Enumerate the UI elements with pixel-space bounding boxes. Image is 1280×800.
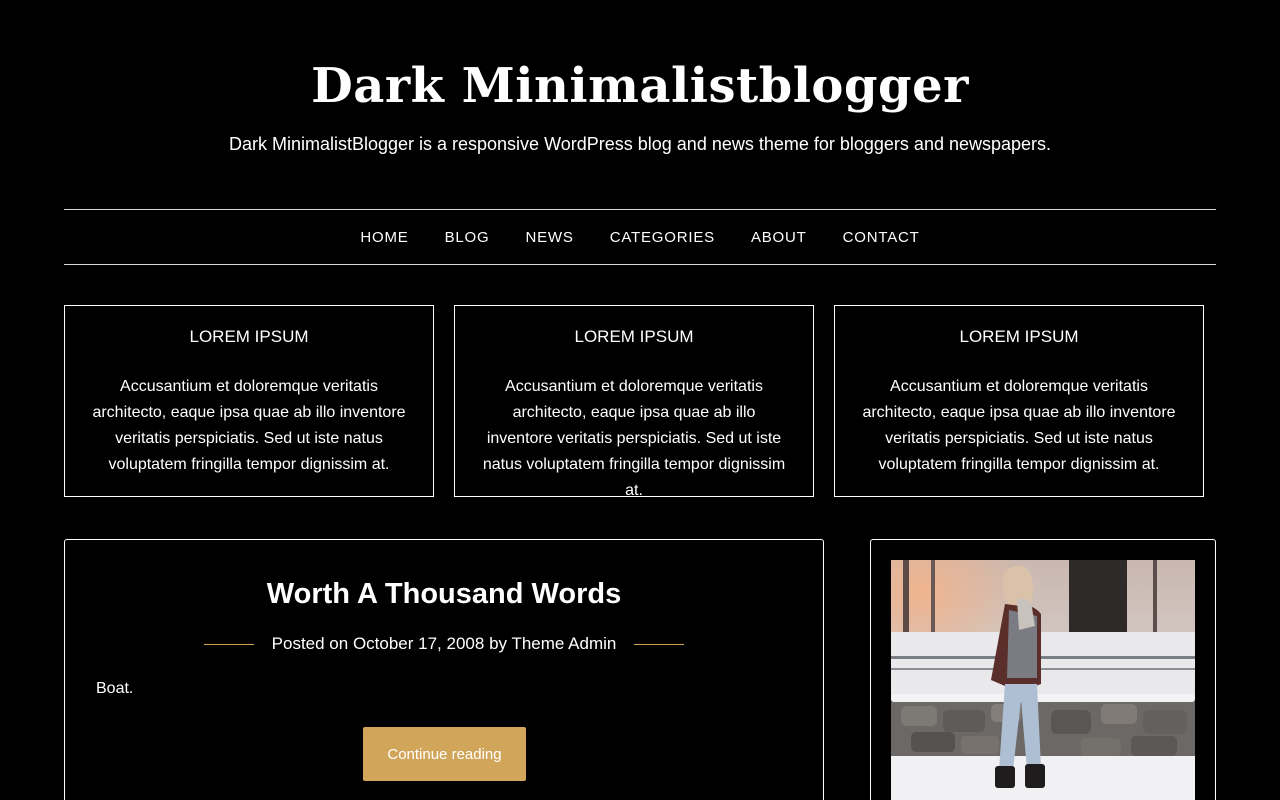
feature-box: LOREM IPSUM Accusantium et doloremque ve… [64, 305, 434, 497]
feature-box: LOREM IPSUM Accusantium et doloremque ve… [834, 305, 1204, 497]
feature-box-text: Accusantium et doloremque veritatis arch… [482, 378, 786, 499]
nav-item-about[interactable]: ABOUT [751, 229, 807, 246]
site-description: Dark MinimalistBlogger is a responsive W… [228, 134, 1052, 154]
nav-item-news[interactable]: NEWS [525, 229, 573, 246]
feature-box-title: LOREM IPSUM [959, 327, 1079, 346]
post-date-link[interactable]: October 17, 2008 [353, 634, 484, 653]
post-excerpt: Boat. [96, 680, 134, 697]
feature-box: LOREM IPSUM Accusantium et doloremque ve… [454, 305, 814, 499]
meta-divider-right [634, 643, 685, 645]
feature-box-text: Accusantium et doloremque veritatis arch… [92, 378, 406, 473]
feature-box-text: Accusantium et doloremque veritatis arch… [862, 378, 1176, 473]
nav-item-home[interactable]: HOME [360, 229, 408, 246]
nav-item-categories[interactable]: CATEGORIES [610, 229, 715, 246]
meta-prefix: Posted on [271, 634, 349, 653]
nav-item-blog[interactable]: BLOG [445, 229, 490, 246]
post-author-link[interactable]: Theme Admin [511, 634, 616, 653]
feature-box-title: LOREM IPSUM [189, 327, 309, 346]
meta-by: by [489, 634, 508, 653]
feature-box-title: LOREM IPSUM [574, 327, 694, 346]
sidebar-widget [870, 539, 1216, 800]
post-card: Worth A Thousand Words Posted on October… [64, 539, 824, 800]
post-title[interactable]: Worth A Thousand Words [65, 576, 823, 612]
photo-woman-snow-image [891, 560, 1195, 800]
continue-reading-button[interactable]: Continue reading [363, 727, 526, 781]
nav-item-contact[interactable]: CONTACT [843, 229, 920, 246]
post-meta-text: Posted on October 17, 2008 by Theme Admi… [272, 634, 617, 654]
site-header: Dark Minimalistblogger Dark MinimalistBl… [0, 0, 1280, 156]
meta-divider-left [203, 643, 254, 645]
site-title[interactable]: Dark Minimalistblogger [311, 58, 969, 114]
post-meta: Posted on October 17, 2008 by Theme Admi… [65, 634, 823, 654]
main-navigation: HOME BLOG NEWS CATEGORIES ABOUT CONTACT [64, 209, 1216, 265]
